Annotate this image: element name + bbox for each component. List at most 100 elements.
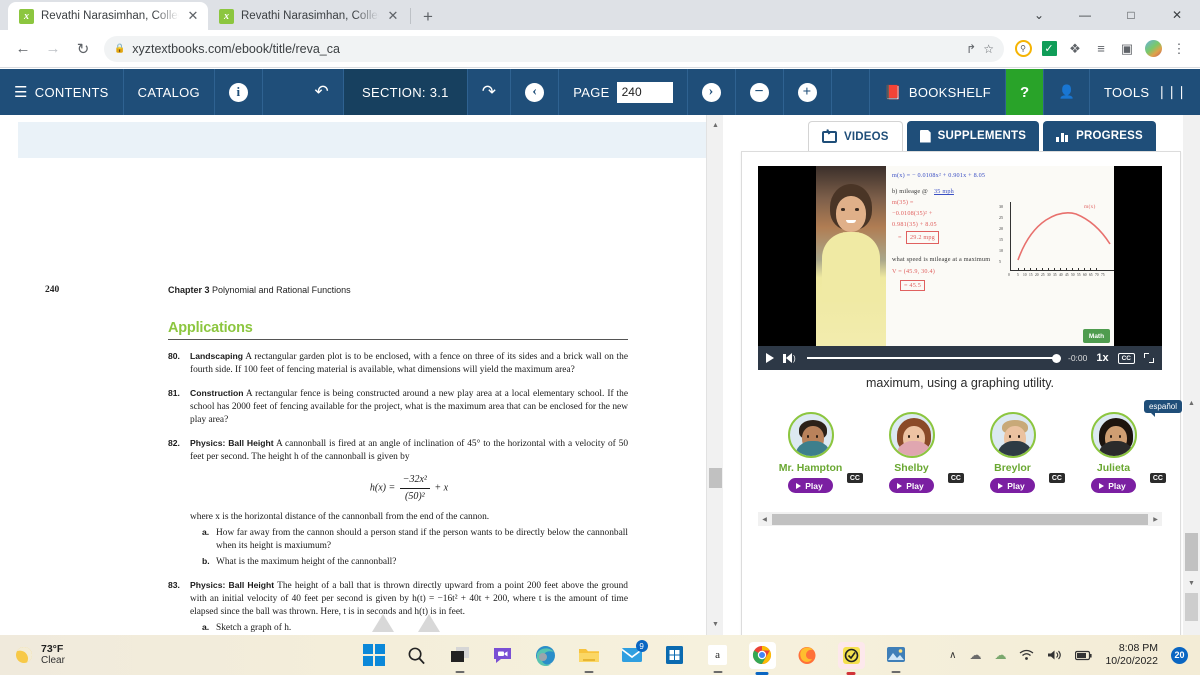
- help-button[interactable]: ?: [1006, 69, 1045, 115]
- progress-knob[interactable]: [1051, 353, 1061, 363]
- video-progress-slider[interactable]: [806, 353, 1061, 363]
- page-turn-left-icon[interactable]: [372, 614, 394, 632]
- notification-badge[interactable]: 20: [1171, 646, 1188, 664]
- tools-button[interactable]: TOOLS ❘❘❘: [1090, 69, 1200, 115]
- address-bar[interactable]: 🔒 xyztextbooks.com/ebook/title/reva_ca ↱…: [104, 35, 1004, 62]
- problem-80: 80. Landscaping A rectangular garden plo…: [168, 351, 628, 377]
- play-button[interactable]: Play: [889, 478, 934, 493]
- browser-tab-1[interactable]: x Revathi Narasimhan, College Alg ✕: [8, 2, 208, 30]
- volume-icon[interactable]: ): [783, 353, 796, 363]
- closed-captions-icon[interactable]: CC: [1117, 352, 1135, 364]
- browser-tab-2[interactable]: x Revathi Narasimhan, College Alg ✕: [208, 2, 408, 30]
- zoom-in-button[interactable]: +: [784, 69, 832, 115]
- video-player[interactable]: m(x) = − 0.0108x² + 0.901x + 8.05 b) mil…: [758, 166, 1162, 346]
- play-button[interactable]: Play: [1091, 478, 1136, 493]
- next-page-button[interactable]: ›: [688, 69, 736, 115]
- playback-speed-button[interactable]: 1x: [1096, 352, 1108, 364]
- file-explorer-icon[interactable]: [577, 643, 601, 673]
- media-scrollbar-thumb[interactable]: [1185, 533, 1198, 571]
- whiteboard-line-5: 0.981(35) + 8.05: [892, 221, 937, 228]
- info-button[interactable]: i: [215, 69, 263, 115]
- media-pane-scrollbar[interactable]: ▲ ▼: [1183, 115, 1200, 635]
- media-scroll-down-arrow-icon[interactable]: ▼: [1183, 576, 1200, 590]
- page-turn-right-icon[interactable]: [418, 614, 440, 632]
- undo-button[interactable]: ↶: [300, 69, 344, 115]
- back-icon[interactable]: ←: [8, 34, 38, 64]
- tab-videos[interactable]: VIDEOS: [808, 121, 903, 151]
- photos-icon[interactable]: [884, 643, 908, 673]
- play-button[interactable]: Play: [788, 478, 833, 493]
- cloud-icon[interactable]: ☁: [969, 648, 981, 662]
- checkmark-extension-icon[interactable]: ✓: [1036, 36, 1062, 62]
- media-horizontal-scrollbar[interactable]: ◀ ▶: [758, 512, 1162, 526]
- wifi-icon[interactable]: [1019, 649, 1034, 661]
- section-indicator[interactable]: SECTION: 3.1: [344, 69, 468, 115]
- bookmark-star-icon[interactable]: ☆: [983, 42, 994, 56]
- clock[interactable]: 8:08 PM 10/20/2022: [1105, 642, 1158, 667]
- avatar[interactable]: [989, 412, 1036, 458]
- mail-icon[interactable]: 9: [620, 640, 648, 667]
- share-icon[interactable]: ↱: [966, 42, 976, 56]
- profile-avatar[interactable]: [1140, 36, 1166, 62]
- scroll-left-arrow-icon[interactable]: ◀: [758, 516, 771, 523]
- avatar[interactable]: [1090, 412, 1137, 458]
- avatar[interactable]: [888, 412, 935, 458]
- search-icon[interactable]: [405, 643, 429, 667]
- close-window-icon[interactable]: ✕: [1154, 0, 1200, 30]
- espanol-badge[interactable]: español: [1143, 400, 1182, 417]
- volume-tray-icon[interactable]: [1047, 649, 1062, 661]
- bookshelf-label: BOOKSHELF: [908, 84, 992, 100]
- reading-list-icon[interactable]: ≡: [1088, 36, 1114, 62]
- media-scroll-up-arrow-icon[interactable]: ▲: [1183, 396, 1200, 410]
- edge-icon[interactable]: [534, 643, 558, 667]
- minimize-icon[interactable]: —: [1062, 0, 1108, 30]
- scroll-up-arrow-icon[interactable]: ▲: [707, 117, 724, 134]
- start-button[interactable]: [362, 643, 386, 667]
- play-button[interactable]: Play: [990, 478, 1035, 493]
- chrome-icon[interactable]: [748, 641, 776, 675]
- forward-icon[interactable]: →: [38, 34, 68, 64]
- chat-icon[interactable]: [491, 643, 515, 667]
- tab-supplements[interactable]: SUPPLEMENTS: [906, 121, 1040, 151]
- zoom-out-button[interactable]: −: [736, 69, 784, 115]
- tab-close-icon[interactable]: ✕: [186, 8, 200, 24]
- task-view-icon[interactable]: [448, 643, 472, 673]
- previous-page-button[interactable]: ‹: [511, 69, 560, 115]
- new-tab-button[interactable]: +: [413, 7, 443, 30]
- instructor-card-breylor: CC Breylor Play: [962, 412, 1065, 493]
- page-input[interactable]: [616, 81, 673, 103]
- microsoft-store-icon[interactable]: [663, 643, 687, 667]
- collapse-icon[interactable]: ⌄: [1016, 0, 1062, 30]
- todo-icon[interactable]: [837, 641, 865, 675]
- maximize-icon[interactable]: □: [1108, 0, 1154, 30]
- avatar[interactable]: [787, 412, 834, 458]
- battery-icon[interactable]: [1075, 650, 1093, 661]
- onedrive-icon[interactable]: ☁: [994, 648, 1006, 662]
- book-pane-scrollbar[interactable]: ▲ ▼: [706, 115, 723, 635]
- account-button[interactable]: 👤: [1044, 69, 1090, 115]
- side-panel-icon[interactable]: ▣: [1114, 36, 1140, 62]
- play-icon[interactable]: [766, 353, 774, 363]
- contents-button[interactable]: ☰ CONTENTS: [0, 69, 124, 115]
- firefox-icon[interactable]: [795, 643, 819, 667]
- whiteboard-line-8: V = (45.9, 30.4): [892, 268, 936, 275]
- redo-button[interactable]: ↷: [468, 69, 512, 115]
- weather-widget[interactable]: 73°F Clear: [0, 643, 320, 667]
- zoom-extension-icon[interactable]: ⚲: [1010, 36, 1036, 62]
- fullscreen-icon[interactable]: [1144, 353, 1154, 363]
- amazon-icon[interactable]: a: [706, 643, 730, 673]
- reload-icon[interactable]: ↻: [68, 34, 98, 64]
- tab-progress[interactable]: PROGRESS: [1043, 121, 1156, 151]
- chevron-up-icon[interactable]: ∧: [949, 650, 956, 661]
- tab-close-icon[interactable]: ✕: [386, 8, 400, 24]
- scrollbar-thumb[interactable]: [709, 468, 722, 488]
- browser-toolbar: ← → ↻ 🔒 xyztextbooks.com/ebook/title/rev…: [0, 30, 1200, 68]
- chrome-menu-icon[interactable]: ⋮: [1166, 36, 1192, 62]
- scroll-right-arrow-icon[interactable]: ▶: [1149, 516, 1162, 523]
- horizontal-scrollbar-thumb[interactable]: [772, 513, 1148, 525]
- media-scrollbar-thumb-lower[interactable]: [1185, 593, 1198, 621]
- bookshelf-button[interactable]: 📕 BOOKSHELF: [869, 69, 1007, 115]
- catalog-button[interactable]: CATALOG: [124, 69, 215, 115]
- scroll-down-arrow-icon[interactable]: ▼: [707, 616, 724, 633]
- puzzle-extensions-icon[interactable]: ❖: [1062, 36, 1088, 62]
